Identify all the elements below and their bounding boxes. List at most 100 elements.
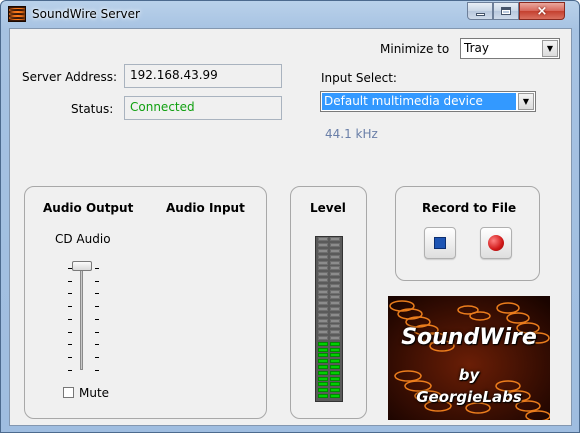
input-device-value: Default multimedia device [322,93,516,110]
level-meter [315,236,343,402]
level-segment-inactive [318,254,328,259]
volume-slider-tick [95,293,99,294]
level-segment-inactive [330,272,340,277]
volume-slider-tick [95,281,99,282]
volume-slider-tick [95,357,99,358]
audio-output-heading: Audio Output [43,201,134,215]
level-segment-inactive [330,295,340,300]
minimize-button[interactable] [467,2,493,20]
level-segment-active [330,359,340,364]
level-segment-inactive [330,336,340,340]
level-segment-active [318,388,328,393]
level-segment-inactive [330,266,340,271]
mute-checkbox[interactable] [63,387,74,398]
volume-slider-tick [95,344,99,345]
level-segment-active [330,394,340,398]
level-segment-active [330,353,340,358]
level-segment-inactive [330,283,340,288]
app-window: SoundWire Server × Minimize to Tray ▼ Se… [0,0,580,433]
chevron-down-icon[interactable]: ▼ [518,93,534,110]
minimize-to-select[interactable]: Tray ▼ [460,38,560,59]
volume-slider-tick [68,344,72,345]
minimize-to-label: Minimize to [380,42,450,56]
volume-slider-tick [68,370,72,371]
level-segment-active [318,341,328,346]
level-segment-inactive [330,278,340,282]
level-segment-active [318,359,328,364]
level-segment-active [318,370,328,375]
level-segment-inactive [330,330,340,335]
level-segment-inactive [318,330,328,335]
level-segment-inactive [318,289,328,294]
level-segment-inactive [318,312,328,317]
level-segment-active [330,347,340,352]
sample-rate-text: 44.1 kHz [325,127,378,141]
level-segment-inactive [330,249,340,253]
level-segment-inactive [318,283,328,288]
status-label: Status: [71,102,114,116]
level-segment-active [318,347,328,352]
server-address-field: 192.168.43.99 [124,64,282,88]
start-recording-button[interactable] [480,227,512,259]
volume-slider-tick [95,370,99,371]
level-segment-inactive [330,243,340,248]
volume-slider-tick [68,293,72,294]
level-segment-inactive [330,254,340,259]
volume-slider-tick [68,332,72,333]
level-heading: Level [310,201,346,215]
input-select-label: Input Select: [321,71,397,85]
close-button[interactable]: × [519,2,565,20]
stop-recording-button[interactable] [424,227,456,259]
level-segment-inactive [318,260,328,265]
level-segment-active [330,382,340,387]
volume-slider-tick [68,306,72,307]
level-segment-inactive [318,249,328,253]
logo-title: SoundWire [401,325,537,350]
level-segment-inactive [330,260,340,265]
audio-device-label: CD Audio [55,232,111,246]
level-segment-inactive [318,272,328,277]
level-segment-inactive [318,243,328,248]
level-segment-active [330,365,340,369]
soundwire-app-icon[interactable] [8,6,26,22]
level-segment-inactive [318,336,328,340]
level-segment-active [318,376,328,381]
level-segment-inactive [318,324,328,329]
level-segment-inactive [330,307,340,311]
level-segment-inactive [318,278,328,282]
volume-slider-tick [95,332,99,333]
level-segment-active [330,388,340,393]
audio-input-heading: Audio Input [166,201,245,215]
volume-slider-tick [95,319,99,320]
volume-slider-thumb[interactable] [72,261,92,271]
window-title: SoundWire Server [32,7,140,21]
main-panel: Minimize to Tray ▼ Server Address: 192.1… [9,28,572,426]
level-segment-active [330,376,340,381]
server-address-label: Server Address: [22,70,117,84]
level-segment-inactive [318,266,328,271]
minimize-to-value: Tray [464,41,489,55]
maximize-button[interactable] [493,2,519,20]
level-segment-active [318,394,328,398]
level-segment-inactive [318,307,328,311]
level-segment-active [318,365,328,369]
input-device-select[interactable]: Default multimedia device ▼ [320,91,536,112]
maximize-icon [501,7,511,15]
mute-label: Mute [79,386,110,400]
volume-slider-tick [68,319,72,320]
volume-slider-tick [95,306,99,307]
level-segment-active [318,353,328,358]
volume-slider-tick [68,268,72,269]
level-segment-inactive [330,301,340,306]
record-heading: Record to File [422,201,517,215]
status-field: Connected [124,96,282,120]
logo-company: GeorgieLabs [416,388,522,406]
audio-group [24,186,267,419]
level-segment-inactive [318,318,328,323]
volume-slider-tick [95,268,99,269]
chevron-down-icon[interactable]: ▼ [542,40,558,57]
stop-icon [434,237,446,249]
title-bar[interactable]: SoundWire Server × [1,1,579,27]
volume-slider-track[interactable] [80,266,83,370]
level-segment-inactive [330,312,340,317]
